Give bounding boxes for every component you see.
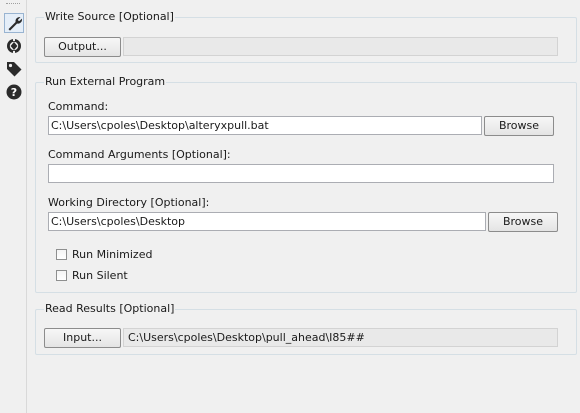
run-external-program-group: Run External Program Command: Browse Com…	[35, 75, 577, 293]
wrench-icon	[8, 17, 23, 31]
tag-tab[interactable]	[4, 59, 24, 79]
working-directory-field[interactable]	[48, 212, 486, 231]
run-silent-checkbox[interactable]	[56, 270, 67, 281]
configuration-tab[interactable]	[4, 13, 24, 33]
svg-text:?: ?	[11, 86, 17, 99]
target-icon	[7, 38, 21, 54]
read-results-title: Read Results [Optional]	[44, 302, 176, 315]
output-button[interactable]: Output...	[44, 37, 121, 57]
write-source-group: Write Source [Optional] Output...	[35, 10, 577, 63]
working-directory-label: Working Directory [Optional]:	[48, 196, 210, 209]
command-arguments-field[interactable]	[48, 164, 554, 183]
run-minimized-checkbox[interactable]	[56, 249, 67, 260]
configuration-panel: Write Source [Optional] Output... Run Ex…	[27, 0, 580, 413]
help-icon: ?	[6, 84, 22, 100]
run-minimized-label[interactable]: Run Minimized	[72, 248, 152, 261]
run-silent-label[interactable]: Run Silent	[72, 269, 128, 282]
sidebar-grip[interactable]	[6, 3, 20, 6]
help-tab[interactable]: ?	[4, 82, 24, 102]
command-label: Command:	[48, 100, 109, 113]
command-field[interactable]	[48, 116, 482, 135]
run-external-program-title: Run External Program	[44, 75, 167, 88]
command-arguments-label: Command Arguments [Optional]:	[48, 148, 231, 161]
working-directory-browse-button[interactable]: Browse	[488, 212, 558, 232]
read-results-group: Read Results [Optional] Input... C:\User…	[35, 302, 577, 355]
input-button[interactable]: Input...	[44, 328, 121, 348]
annotation-tab[interactable]	[4, 36, 24, 56]
tool-sidebar: ?	[0, 0, 27, 413]
output-path-display	[123, 37, 558, 56]
tag-icon	[7, 62, 22, 77]
command-browse-button[interactable]: Browse	[484, 116, 554, 136]
input-path-display: C:\Users\cpoles\Desktop\pull_ahead\I85##	[123, 328, 558, 347]
write-source-title: Write Source [Optional]	[44, 10, 175, 23]
